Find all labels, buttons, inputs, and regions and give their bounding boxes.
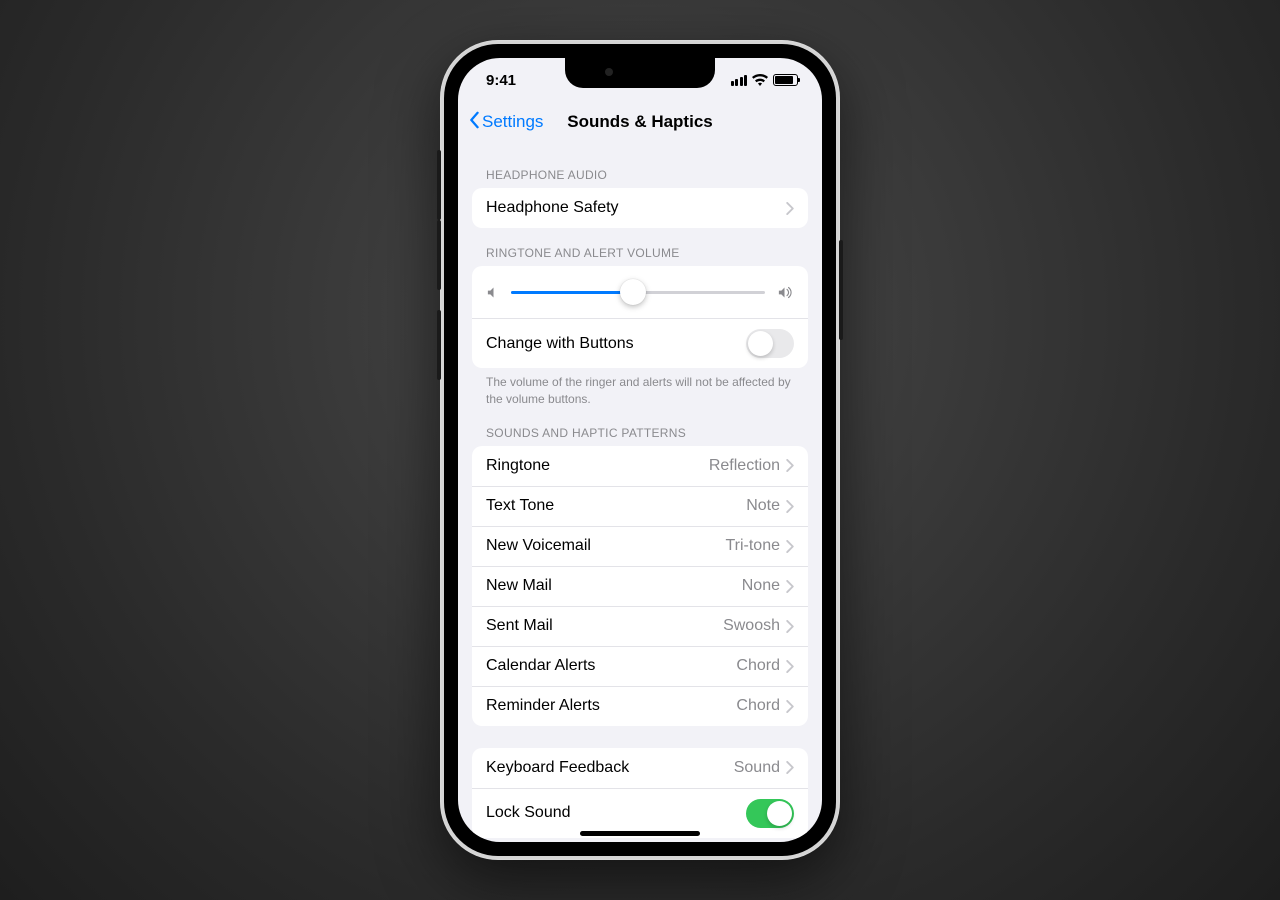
volume-footer: The volume of the ringer and alerts will…	[472, 368, 808, 408]
pattern-row[interactable]: RingtoneReflection	[472, 446, 808, 486]
back-label: Settings	[482, 112, 543, 132]
speaker-high-icon	[775, 285, 794, 300]
pattern-row[interactable]: Reminder AlertsChord	[472, 686, 808, 726]
lock-sound-toggle[interactable]	[746, 799, 794, 828]
pattern-value: Swoosh	[723, 617, 780, 635]
volume-header: Ringtone and Alert Volume	[472, 228, 808, 266]
pattern-label: New Voicemail	[486, 537, 725, 555]
headphone-safety-label: Headphone Safety	[486, 199, 786, 217]
status-time: 9:41	[486, 72, 516, 89]
lock-sound-label: Lock Sound	[486, 804, 746, 822]
pattern-row[interactable]: New VoicemailTri-tone	[472, 526, 808, 566]
pattern-value: Note	[746, 497, 780, 515]
keyboard-feedback-label: Keyboard Feedback	[486, 759, 734, 777]
chevron-right-icon	[786, 202, 794, 215]
chevron-right-icon	[786, 660, 794, 673]
pattern-label: Text Tone	[486, 497, 746, 515]
pattern-label: Sent Mail	[486, 617, 723, 635]
headphone-safety-row[interactable]: Headphone Safety	[472, 188, 808, 228]
chevron-right-icon	[786, 540, 794, 553]
chevron-right-icon	[786, 700, 794, 713]
chevron-right-icon	[786, 761, 794, 774]
speaker-low-icon	[486, 285, 501, 300]
chevron-right-icon	[786, 500, 794, 513]
chevron-right-icon	[786, 620, 794, 633]
pattern-value: Reflection	[709, 457, 780, 475]
volume-slider-row[interactable]	[472, 266, 808, 318]
pattern-value: None	[742, 577, 780, 595]
battery-icon	[773, 74, 798, 86]
pattern-row[interactable]: Sent MailSwoosh	[472, 606, 808, 646]
cellular-signal-icon	[731, 75, 748, 86]
wifi-icon	[752, 74, 768, 86]
chevron-right-icon	[786, 580, 794, 593]
page-title: Sounds & Haptics	[567, 112, 712, 132]
headphone-group: Headphone Safety	[472, 188, 808, 228]
keyboard-feedback-row[interactable]: Keyboard Feedback Sound	[472, 748, 808, 788]
pattern-label: New Mail	[486, 577, 742, 595]
misc-group: Keyboard Feedback Sound Lock Sound	[472, 748, 808, 838]
pattern-label: Ringtone	[486, 457, 709, 475]
volume-slider[interactable]	[511, 278, 765, 306]
chevron-right-icon	[786, 459, 794, 472]
patterns-header: Sounds and Haptic Patterns	[472, 408, 808, 446]
patterns-group: RingtoneReflectionText ToneNoteNew Voice…	[472, 446, 808, 726]
pattern-row[interactable]: Text ToneNote	[472, 486, 808, 526]
scroll-content[interactable]: Headphone Audio Headphone Safety Rington…	[458, 142, 822, 842]
back-button[interactable]: Settings	[468, 111, 543, 134]
nav-bar: Settings Sounds & Haptics	[458, 102, 822, 142]
volume-group: Change with Buttons	[472, 266, 808, 368]
pattern-value: Tri-tone	[725, 537, 780, 555]
pattern-value: Chord	[736, 657, 780, 675]
pattern-row[interactable]: Calendar AlertsChord	[472, 646, 808, 686]
pattern-value: Chord	[736, 697, 780, 715]
headphone-header: Headphone Audio	[472, 150, 808, 188]
change-with-buttons-toggle[interactable]	[746, 329, 794, 358]
device-bezel: 9:41 Settings S	[444, 44, 836, 856]
status-right	[731, 74, 799, 86]
pattern-label: Reminder Alerts	[486, 697, 736, 715]
chevron-left-icon	[468, 111, 480, 134]
notch	[565, 58, 715, 88]
change-with-buttons-label: Change with Buttons	[486, 335, 746, 353]
pattern-label: Calendar Alerts	[486, 657, 736, 675]
pattern-row[interactable]: New MailNone	[472, 566, 808, 606]
device-frame: 9:41 Settings S	[440, 40, 840, 860]
change-with-buttons-row[interactable]: Change with Buttons	[472, 318, 808, 368]
home-indicator[interactable]	[580, 831, 700, 836]
screen: 9:41 Settings S	[458, 58, 822, 842]
keyboard-feedback-value: Sound	[734, 759, 780, 777]
